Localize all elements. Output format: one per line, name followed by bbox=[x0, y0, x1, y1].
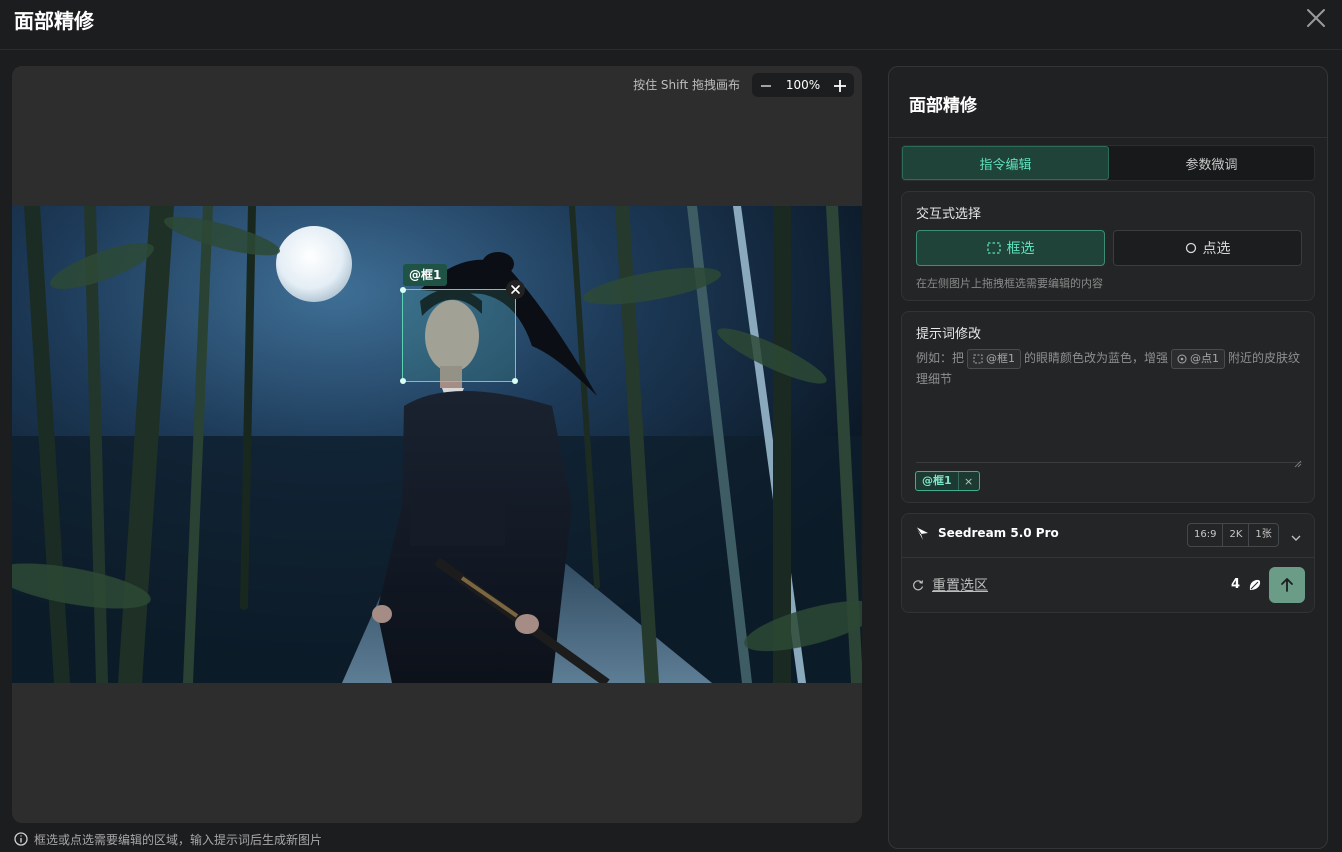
page-title: 面部精修 bbox=[14, 9, 94, 33]
footer-hint: 框选或点选需要编辑的区域，输入提示词后生成新图片 bbox=[14, 831, 322, 847]
model-selector[interactable]: Seedream 5.0 Pro bbox=[914, 525, 1059, 541]
reset-selection-label: 重置选区 bbox=[932, 578, 988, 594]
point-select-button[interactable]: 点选 bbox=[1113, 230, 1302, 266]
seed-icon bbox=[1249, 579, 1261, 590]
credit-count: 4 bbox=[1231, 577, 1241, 592]
box-select-button[interactable]: 框选 bbox=[916, 230, 1105, 266]
drag-hint: 按住 Shift 拖拽画布 bbox=[633, 78, 740, 92]
point-ref-chip: @点1 bbox=[1171, 348, 1226, 369]
close-button[interactable] bbox=[1304, 6, 1328, 30]
generate-button[interactable] bbox=[1269, 567, 1305, 603]
selection-reference-tag: @框1 × bbox=[915, 471, 980, 491]
textarea-border bbox=[916, 462, 1302, 463]
prompt-textarea[interactable]: 例如：把 @框1 的眼睛颜色改为蓝色，增强 @点1 附近的皮肤纹理细节 bbox=[916, 348, 1302, 462]
edit-panel: 面部精修 指令编辑 参数微调 交互式选择 框选 点选 在左侧图片上拖拽框选需要编… bbox=[888, 66, 1328, 849]
close-icon bbox=[511, 285, 520, 294]
minus-icon bbox=[761, 85, 771, 87]
selection-box[interactable] bbox=[400, 287, 518, 384]
placeholder-text: 的眼睛颜色改为蓝色，增强 bbox=[1024, 351, 1169, 365]
aspect-ratio-option[interactable]: 16:9 bbox=[1188, 524, 1224, 546]
tab-instruction-edit[interactable]: 指令编辑 bbox=[902, 146, 1109, 180]
chevron-down-icon[interactable] bbox=[1290, 529, 1302, 541]
box-select-label: 框选 bbox=[1006, 241, 1035, 257]
close-icon bbox=[1307, 9, 1325, 27]
tab-parameter-tuning[interactable]: 参数微调 bbox=[1109, 146, 1314, 180]
edit-image[interactable]: @框1 bbox=[12, 206, 862, 683]
dashed-box-icon bbox=[986, 242, 1001, 254]
selection-handle[interactable] bbox=[400, 287, 406, 293]
box-ref-label: @框1 bbox=[986, 352, 1016, 365]
prompt-card: 提示词修改 例如：把 @框1 的眼睛颜色改为蓝色，增强 @点1 附近的皮肤纹理细节 @框… bbox=[901, 311, 1315, 503]
arrow-up-icon bbox=[1281, 578, 1293, 592]
selection-handle[interactable] bbox=[400, 378, 406, 384]
model-card: Seedream 5.0 Pro 16:9 2K 1张 重置选区 4 bbox=[901, 513, 1315, 613]
reset-selection-button[interactable]: 重置选区 bbox=[912, 575, 988, 595]
zoom-control: 100% bbox=[752, 73, 854, 97]
refresh-icon bbox=[913, 580, 924, 591]
box-ref-chip: @框1 bbox=[967, 348, 1022, 369]
image-count-option[interactable]: 1张 bbox=[1249, 524, 1277, 546]
placeholder-text: 例如：把 bbox=[916, 351, 965, 365]
remove-selection-button[interactable] bbox=[506, 280, 525, 299]
header-bar: 面部精修 bbox=[0, 0, 1342, 50]
selection-label: @框1 bbox=[403, 264, 448, 286]
footer-hint-text: 框选或点选需要编辑的区域，输入提示词后生成新图片 bbox=[34, 832, 323, 847]
point-select-label: 点选 bbox=[1202, 241, 1231, 257]
zoom-level: 100% bbox=[785, 78, 821, 92]
interactive-select-title: 交互式选择 bbox=[916, 207, 982, 222]
point-ref-label: @点1 bbox=[1190, 352, 1220, 365]
image-canvas[interactable]: 按住 Shift 拖拽画布 100% @框1 bbox=[12, 66, 862, 823]
credit-cost: 4 bbox=[1231, 577, 1262, 592]
selection-handle[interactable] bbox=[512, 378, 518, 384]
interactive-select-card: 交互式选择 框选 点选 在左侧图片上拖拽框选需要编辑的内容 bbox=[901, 191, 1315, 301]
zoom-in-button[interactable] bbox=[833, 78, 847, 92]
divider bbox=[889, 137, 1327, 138]
reference-label: @框1 bbox=[916, 472, 959, 490]
resize-grip-icon[interactable] bbox=[1294, 453, 1302, 468]
divider bbox=[902, 557, 1314, 558]
remove-reference-button[interactable]: × bbox=[959, 475, 979, 488]
resolution-option[interactable]: 2K bbox=[1223, 524, 1250, 546]
target-icon bbox=[1177, 354, 1187, 363]
seedream-logo-icon bbox=[915, 526, 928, 540]
panel-title: 面部精修 bbox=[909, 96, 977, 116]
info-icon bbox=[14, 832, 28, 846]
zoom-out-button[interactable] bbox=[759, 78, 773, 92]
model-name: Seedream 5.0 Pro bbox=[938, 526, 1059, 540]
dashed-box-icon bbox=[973, 354, 983, 363]
interactive-select-note: 在左侧图片上拖拽框选需要编辑的内容 bbox=[916, 277, 1103, 290]
circle-icon bbox=[1185, 242, 1196, 254]
plus-icon bbox=[834, 80, 846, 92]
tab-bar: 指令编辑 参数微调 bbox=[901, 145, 1315, 181]
model-params: 16:9 2K 1张 bbox=[1187, 523, 1279, 547]
prompt-title: 提示词修改 bbox=[916, 327, 982, 342]
